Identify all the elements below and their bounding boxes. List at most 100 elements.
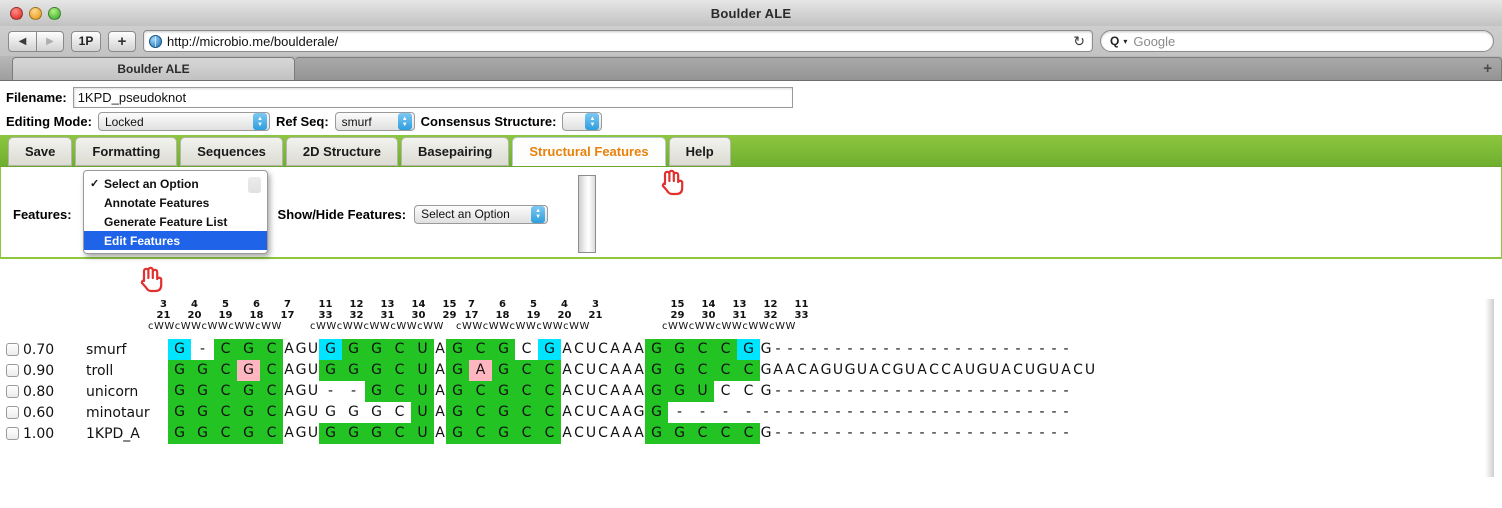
sequence-base[interactable]: - xyxy=(760,402,772,423)
sequence-base[interactable]: C xyxy=(214,381,237,402)
sequence-base[interactable]: - xyxy=(904,339,916,360)
sequence-base[interactable]: - xyxy=(1036,339,1048,360)
sequence-base[interactable]: A xyxy=(633,339,645,360)
sequence-base[interactable]: G xyxy=(168,381,191,402)
sequence-base[interactable]: G xyxy=(760,381,772,402)
sequence-base[interactable]: - xyxy=(1036,402,1048,423)
filename-input[interactable]: 1KPD_pseudoknot xyxy=(72,87,793,108)
sequence-base[interactable]: C xyxy=(573,360,585,381)
sequence-base[interactable]: G xyxy=(237,360,260,381)
sequence-base[interactable]: U xyxy=(691,381,714,402)
sequence-base[interactable]: - xyxy=(1024,381,1036,402)
back-button[interactable]: ◀ xyxy=(8,30,36,52)
sequence-base[interactable]: G xyxy=(168,360,191,381)
onepass-button[interactable]: 1P xyxy=(71,30,101,52)
sequence-base[interactable]: C xyxy=(597,360,609,381)
sequence-base[interactable]: C xyxy=(538,381,561,402)
sequence-base[interactable]: - xyxy=(868,402,880,423)
sequence-base[interactable]: G xyxy=(645,381,668,402)
sequence-base[interactable]: - xyxy=(1012,339,1024,360)
sequence-base[interactable]: - xyxy=(772,339,784,360)
sequence-base[interactable]: C xyxy=(538,360,561,381)
sequence-base[interactable]: G xyxy=(342,360,365,381)
sequence-base[interactable]: U xyxy=(585,381,597,402)
sequence-base[interactable]: G xyxy=(365,381,388,402)
sequence-base[interactable]: C xyxy=(597,423,609,444)
sequence-base[interactable]: - xyxy=(796,339,808,360)
sequence-base[interactable]: G xyxy=(295,360,307,381)
sequence-base[interactable]: A xyxy=(561,339,573,360)
sequence-base[interactable]: U xyxy=(411,402,434,423)
sequence-base[interactable]: A xyxy=(633,381,645,402)
sequence-base[interactable]: A xyxy=(621,381,633,402)
sequence-base[interactable]: A xyxy=(434,381,446,402)
sequence-base[interactable]: C xyxy=(538,423,561,444)
sequence-base[interactable]: - xyxy=(844,381,856,402)
tab-structural-features[interactable]: Structural Features xyxy=(512,137,666,166)
sequence-base[interactable]: A xyxy=(469,360,492,381)
menu-item-edit-features[interactable]: Edit Features xyxy=(84,231,267,250)
sequence-base[interactable]: - xyxy=(1048,381,1060,402)
sequence-base[interactable]: G xyxy=(295,339,307,360)
sequence-base[interactable]: C xyxy=(538,402,561,423)
sequence-base[interactable]: - xyxy=(952,381,964,402)
sequence-row[interactable]: 0.60 minotaur G G C G C A G U G G G C U A G C G C C A C U C A A G G -… xyxy=(0,402,1502,423)
sequence-base[interactable]: A xyxy=(561,402,573,423)
sequence-base[interactable]: A xyxy=(434,423,446,444)
tab-help[interactable]: Help xyxy=(668,137,731,166)
sequence-base[interactable]: C xyxy=(388,423,411,444)
sequence-base[interactable]: A xyxy=(1000,360,1012,381)
sequence-base[interactable]: - xyxy=(1036,381,1048,402)
sequence-base[interactable]: G xyxy=(844,360,856,381)
sequence-base[interactable]: A xyxy=(283,339,295,360)
sequence-base[interactable]: - xyxy=(964,381,976,402)
sequence-base[interactable]: G xyxy=(319,339,342,360)
browser-tab-boulder-ale[interactable]: Boulder ALE xyxy=(12,57,295,80)
sequence-base[interactable]: A xyxy=(633,360,645,381)
sequence-base[interactable]: C xyxy=(796,360,808,381)
sequence-base[interactable]: U xyxy=(832,360,844,381)
sequence-base[interactable]: - xyxy=(988,339,1000,360)
sequence-base[interactable]: - xyxy=(820,381,832,402)
sequence-base[interactable]: C xyxy=(260,339,283,360)
sequence-base[interactable]: C xyxy=(573,402,585,423)
sequence-base[interactable]: U xyxy=(307,339,319,360)
sequence-base[interactable]: U xyxy=(307,360,319,381)
sequence-base[interactable]: C xyxy=(388,339,411,360)
sequence-base[interactable]: G xyxy=(760,339,772,360)
sequence-base[interactable]: - xyxy=(808,402,820,423)
consensus-structure-select[interactable]: ▲ ▼ xyxy=(562,112,603,131)
tab-formatting[interactable]: Formatting xyxy=(75,137,178,166)
sequence-base[interactable]: - xyxy=(1048,402,1060,423)
sequence-base[interactable]: - xyxy=(880,423,892,444)
sequence-base[interactable]: A xyxy=(609,360,621,381)
sequence-base[interactable]: - xyxy=(988,402,1000,423)
sequence-base[interactable]: - xyxy=(1060,423,1072,444)
tab-basepairing[interactable]: Basepairing xyxy=(400,137,510,166)
sequence-base[interactable]: G xyxy=(820,360,832,381)
sequence-base[interactable]: A xyxy=(621,339,633,360)
sequence-base[interactable]: G xyxy=(633,402,645,423)
ref-seq-select[interactable]: smurf ▲ ▼ xyxy=(334,112,415,131)
sequence-base[interactable]: A xyxy=(621,423,633,444)
sequence-base[interactable]: C xyxy=(469,402,492,423)
sequence-base[interactable]: - xyxy=(1012,402,1024,423)
sequence-base[interactable]: - xyxy=(976,381,988,402)
sequence-base[interactable]: - xyxy=(952,423,964,444)
sequence-base[interactable]: G xyxy=(237,402,260,423)
sequence-base[interactable]: G xyxy=(365,423,388,444)
sequence-base[interactable]: C xyxy=(737,423,760,444)
sequence-base[interactable]: C xyxy=(714,423,737,444)
sequence-base[interactable]: - xyxy=(988,381,1000,402)
sequence-base[interactable]: U xyxy=(964,360,976,381)
sequence-base[interactable]: U xyxy=(307,423,319,444)
sequence-base[interactable]: C xyxy=(714,381,737,402)
tab-save[interactable]: Save xyxy=(8,137,73,166)
sequence-base[interactable]: G xyxy=(492,381,515,402)
menu-item-select-an-option[interactable]: ✓ Select an Option xyxy=(84,174,267,193)
sequence-base[interactable]: G xyxy=(976,360,988,381)
sequence-base[interactable]: G xyxy=(168,402,191,423)
sequence-base[interactable]: - xyxy=(892,423,904,444)
forward-button[interactable]: ▶ xyxy=(36,30,64,52)
sequence-base[interactable]: A xyxy=(283,360,295,381)
